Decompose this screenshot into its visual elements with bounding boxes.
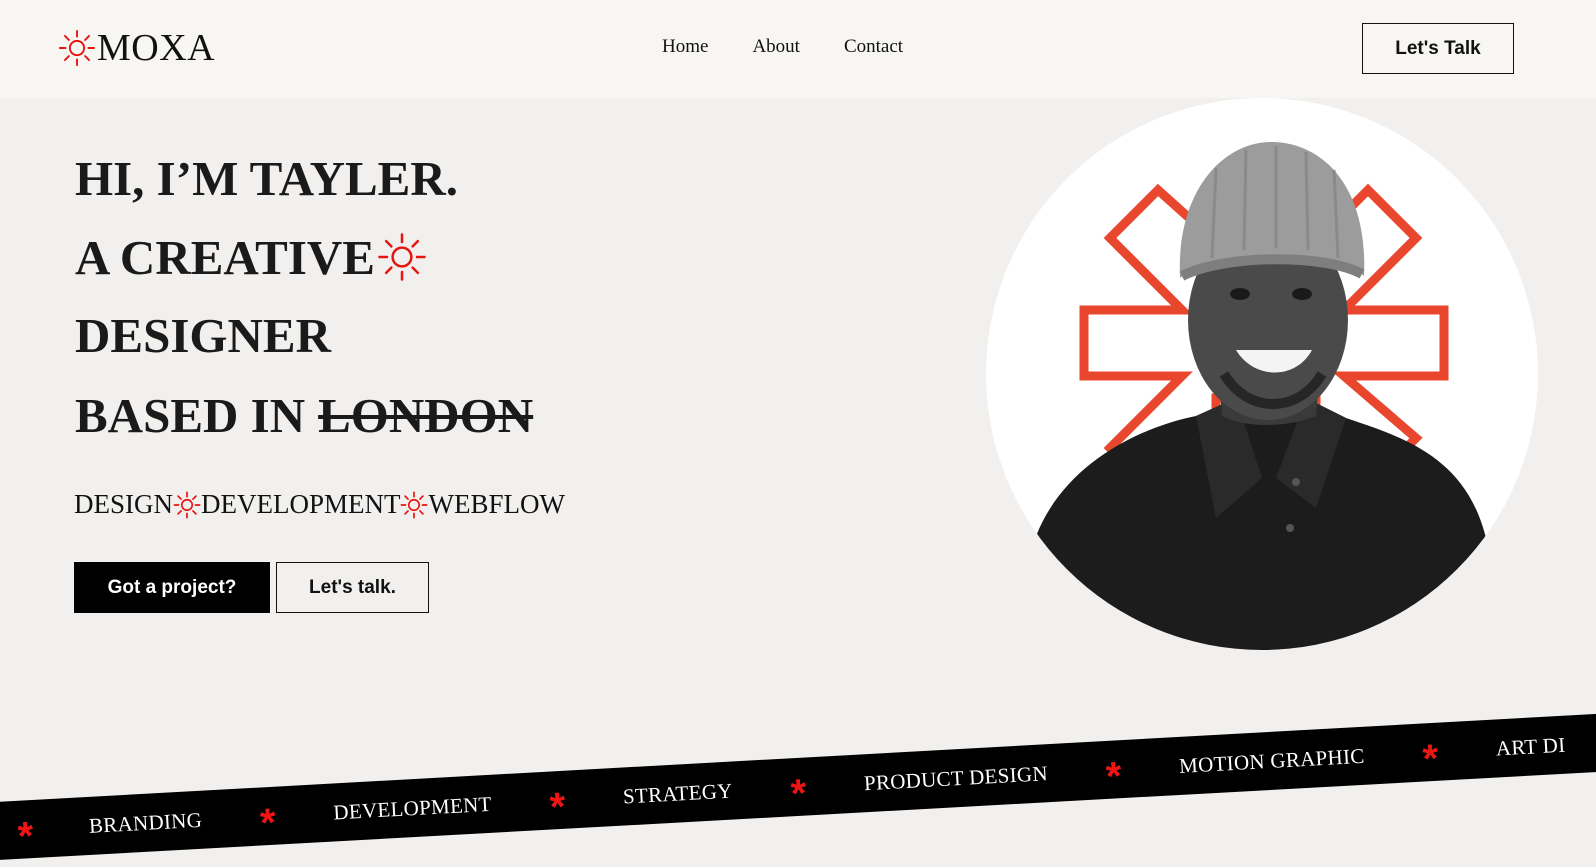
main-nav: Home About Contact: [662, 36, 903, 58]
struck-city-text: LONDON: [318, 388, 534, 443]
ticker-item: ART DI: [1495, 732, 1567, 761]
service-item: DESIGN: [74, 489, 173, 519]
person: [1026, 141, 1496, 650]
portrait-photo: [986, 98, 1538, 650]
hero-heading-line-3: DESIGNER: [75, 308, 331, 363]
hero-heading-line-1: HI, I’M TAYLER.: [75, 151, 459, 206]
site-header: MOXA Home About Contact Let's Talk: [0, 0, 1596, 98]
ticker-item: PRODUCT DESIGN: [863, 760, 1049, 795]
asterisk-icon: *: [259, 800, 278, 846]
asterisk-icon: *: [789, 771, 808, 817]
ticker-row: * BRANDING * DEVELOPMENT * STRATEGY * PR…: [16, 713, 1596, 859]
ticker-item: BRANDING: [88, 807, 203, 838]
services-ticker: * BRANDING * DEVELOPMENT * STRATEGY * PR…: [0, 710, 1596, 862]
sun-icon: [58, 29, 96, 67]
service-item: WEBFLOW: [428, 489, 565, 519]
services-list: DESIGN DEVELOPMENT WEBFLOW: [74, 489, 565, 520]
logo[interactable]: MOXA: [58, 26, 215, 70]
ticker-item: STRATEGY: [622, 778, 734, 809]
sun-icon: [378, 233, 426, 281]
lets-talk-secondary-button[interactable]: Let's talk.: [276, 562, 429, 613]
hero-heading-line-2: A CREATIVE: [75, 232, 427, 282]
asterisk-icon: *: [16, 814, 35, 859]
ticker-item: DEVELOPMENT: [332, 791, 493, 824]
hero-creative-text: A CREATIVE: [75, 229, 375, 285]
hero-heading-line-4: BASED IN LONDON: [75, 391, 533, 440]
asterisk-icon: *: [1421, 736, 1440, 782]
service-item: DEVELOPMENT: [201, 489, 401, 519]
asterisk-icon: *: [1104, 754, 1123, 799]
ticker-item: MOTION GRAPHIC: [1178, 743, 1366, 778]
nav-about[interactable]: About: [752, 36, 800, 58]
sun-icon: [173, 491, 201, 518]
lets-talk-button[interactable]: Let's Talk: [1362, 23, 1514, 74]
nav-home[interactable]: Home: [662, 36, 708, 58]
got-a-project-button[interactable]: Got a project?: [74, 562, 270, 613]
logo-text: MOXA: [97, 27, 216, 69]
portrait-illustration: [1026, 141, 1496, 650]
asterisk-icon: *: [548, 784, 567, 830]
hero-based-in-text: BASED IN: [75, 388, 306, 443]
sun-icon: [401, 491, 428, 518]
nav-contact[interactable]: Contact: [844, 36, 903, 58]
